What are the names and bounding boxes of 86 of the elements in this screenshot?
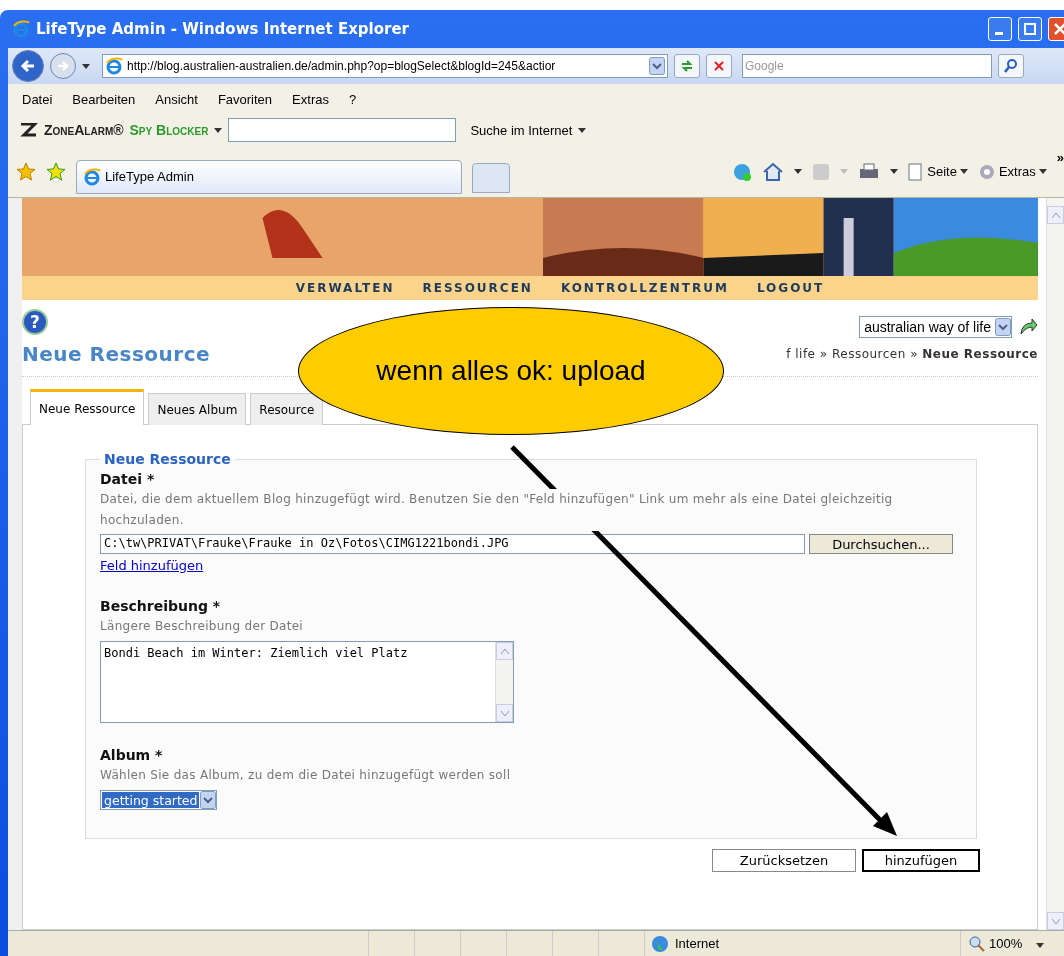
toolbar-brand: ZoneAlarm® — [44, 122, 124, 138]
field-label: Datei * — [100, 470, 156, 489]
caret-icon — [794, 169, 803, 174]
menu-item[interactable]: Datei — [22, 91, 53, 107]
command-button[interactable]: Seite — [908, 162, 968, 181]
ie-logo-icon — [105, 57, 123, 75]
maximize-button[interactable] — [1018, 17, 1042, 41]
add-favorite-icon[interactable] — [46, 161, 66, 182]
scroll-up-icon[interactable] — [1051, 212, 1060, 218]
command-button[interactable]: Extras — [977, 162, 1047, 181]
close-icon — [1054, 23, 1064, 35]
new-tab-button[interactable] — [472, 162, 510, 193]
minimize-button[interactable] — [988, 17, 1012, 41]
scroll-down-icon[interactable] — [1051, 918, 1060, 924]
toolbar-search-label[interactable]: Suche im Internet — [470, 122, 573, 138]
album-select[interactable]: getting started — [100, 790, 218, 810]
home-icon[interactable] — [762, 161, 785, 182]
gear-icon — [977, 162, 996, 181]
stop-button[interactable] — [706, 54, 732, 78]
zoom-icon[interactable] — [969, 935, 985, 952]
nav-link[interactable]: VERWALTEN — [295, 281, 395, 295]
close-icon — [714, 61, 724, 71]
add-field-link[interactable]: Feld hinzufügen — [100, 558, 204, 573]
tab[interactable]: Resource — [250, 393, 324, 425]
printer-icon[interactable] — [858, 162, 881, 181]
field-label: Album * — [100, 746, 164, 765]
globe-icon — [651, 934, 669, 953]
go-arrow-icon[interactable] — [1018, 317, 1038, 337]
caret-icon — [959, 169, 968, 174]
forward-button[interactable] — [50, 53, 76, 79]
minimize-icon — [995, 31, 1003, 35]
maximize-icon — [1024, 23, 1036, 35]
address-field[interactable]: http://blog.australien-australien.de/admin.php?op=blogSelect&blogId=245&actior — [102, 54, 668, 78]
window-title: LifeType Admin - Windows Internet Explorer — [36, 20, 410, 38]
zoom-level[interactable]: 100% — [989, 936, 1023, 951]
more-commands-button[interactable]: » — [1056, 150, 1064, 165]
field-label: Beschreibung * — [100, 597, 222, 616]
caret-icon — [82, 63, 90, 69]
help-button[interactable]: ? — [22, 309, 48, 335]
toolbar-search-field[interactable] — [228, 118, 457, 142]
caret-icon — [1038, 169, 1047, 174]
scroll-down-icon[interactable] — [500, 710, 509, 716]
caret-icon — [890, 169, 899, 174]
page-icon — [908, 162, 925, 181]
caret-icon — [214, 127, 223, 133]
ie-logo-icon — [83, 167, 101, 186]
zonealarm-logo-icon — [20, 123, 38, 137]
forward-arrow-icon — [57, 60, 69, 72]
search-icon — [1004, 59, 1018, 73]
submit-button[interactable]: hinzufügen — [862, 849, 980, 872]
tab[interactable]: Neue Ressource — [30, 389, 145, 425]
search-button[interactable] — [998, 54, 1024, 78]
menu-item[interactable]: Ansicht — [155, 91, 198, 107]
toolbar-product: Spy Blocker — [129, 122, 209, 138]
nav-link[interactable]: RESSOURCEN — [422, 281, 533, 295]
refresh-button[interactable] — [674, 54, 700, 78]
breadcrumb: f life » Ressourcen » Neue Ressource — [786, 347, 1038, 361]
nav-link[interactable]: KONTROLLZENTRUM — [560, 281, 729, 295]
back-button[interactable] — [12, 50, 44, 82]
scroll-up-icon[interactable] — [500, 648, 509, 654]
help-text: Wählen Sie das Album, zu dem die Datei hinzugefügt werden soll — [100, 767, 512, 784]
reset-button[interactable]: Zurücksetzen — [712, 849, 856, 872]
refresh-icon — [680, 60, 694, 72]
zone-label: Internet — [675, 936, 720, 951]
fieldset-legend: Neue Ressource — [100, 451, 235, 467]
tab[interactable]: Neues Album — [148, 393, 247, 425]
menu-item[interactable]: ? — [348, 91, 357, 107]
page-heading: Neue Ressource — [22, 342, 211, 366]
file-path-field[interactable]: C:\tw\PRIVAT\Frauke\Frauke in Oz\Fotos\CIMG1221bondi.JPG — [100, 534, 805, 554]
help-text: Längere Beschreibung der Datei — [100, 618, 304, 635]
favorites-star-icon[interactable] — [16, 161, 36, 182]
menu-item[interactable]: Favoriten — [217, 91, 273, 107]
caret-icon — [578, 127, 587, 133]
blog-select[interactable]: australian way of life — [859, 316, 1012, 338]
back-arrow-icon — [20, 59, 36, 73]
browser-tab[interactable]: LifeType Admin — [76, 159, 462, 194]
messenger-icon[interactable] — [732, 161, 753, 182]
caret-icon — [840, 169, 849, 174]
nav-link[interactable]: LOGOUT — [756, 281, 825, 295]
ie-logo-icon — [12, 20, 30, 38]
browse-button[interactable]: Durchsuchen... — [809, 534, 953, 554]
caret-icon — [1036, 943, 1045, 948]
menu-item[interactable]: Extras — [292, 91, 329, 107]
description-textarea[interactable]: Bondi Beach im Winter: Ziemlich viel Platz — [100, 641, 514, 723]
scrollbar[interactable] — [1046, 198, 1064, 930]
menu-item[interactable]: Bearbeiten — [72, 91, 136, 107]
